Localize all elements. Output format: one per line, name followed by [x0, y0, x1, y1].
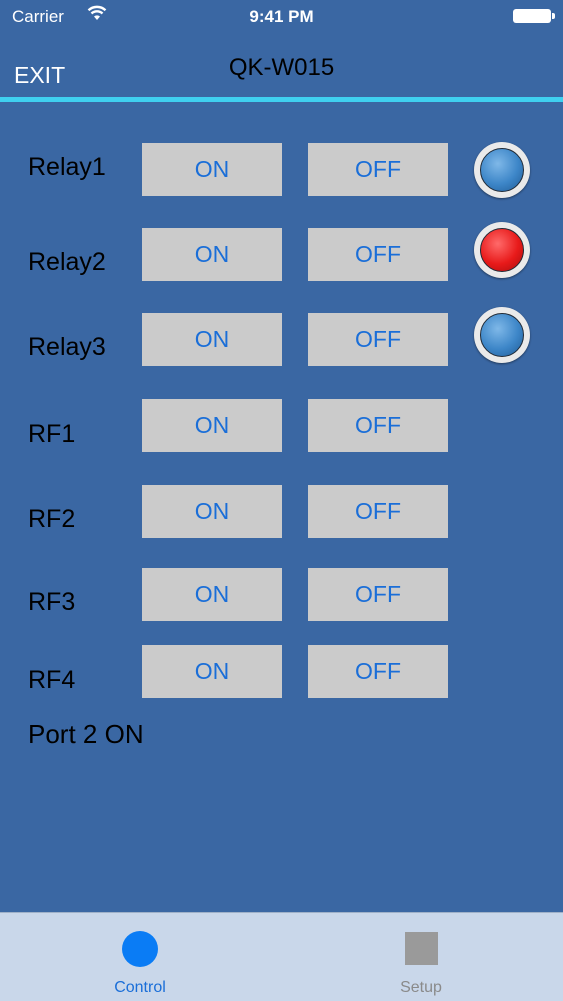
- row-label-rf4: RF4: [28, 666, 76, 694]
- indicator-light: [480, 228, 524, 272]
- row-label-relay3: Relay3: [28, 333, 106, 361]
- relay2-indicator-icon: [474, 222, 530, 278]
- tab-bar: Control Setup: [0, 912, 563, 1001]
- square-icon: [405, 932, 438, 965]
- relay1-on-button[interactable]: ON: [142, 143, 282, 196]
- rf2-off-button[interactable]: OFF: [308, 485, 448, 538]
- indicator-light: [480, 313, 524, 357]
- indicator-light: [480, 148, 524, 192]
- clock: 9:41 PM: [249, 7, 314, 26]
- relay3-on-button[interactable]: ON: [142, 313, 282, 366]
- rf1-on-button[interactable]: ON: [142, 399, 282, 452]
- battery-icon: [513, 9, 555, 23]
- row-label-rf3: RF3: [28, 588, 76, 616]
- relay1-off-button[interactable]: OFF: [308, 143, 448, 196]
- page-title: QK-W015: [228, 54, 335, 81]
- row-label-relay1: Relay1: [28, 153, 106, 181]
- row-label-rf2: RF2: [28, 505, 76, 533]
- relay3-off-button[interactable]: OFF: [308, 313, 448, 366]
- relay2-on-button[interactable]: ON: [142, 228, 282, 281]
- rf3-on-button[interactable]: ON: [142, 568, 282, 621]
- tab-control[interactable]: Control: [50, 913, 230, 1001]
- circle-icon: [122, 931, 158, 967]
- row-label-rf1: RF1: [28, 420, 76, 448]
- rf2-on-button[interactable]: ON: [142, 485, 282, 538]
- relay2-off-button[interactable]: OFF: [308, 228, 448, 281]
- tab-control-label: Control: [114, 979, 166, 996]
- status-message: Port 2 ON: [28, 719, 144, 749]
- rf4-on-button[interactable]: ON: [142, 645, 282, 698]
- row-label-relay2: Relay2: [28, 248, 106, 276]
- header-divider: [0, 97, 563, 102]
- rf3-off-button[interactable]: OFF: [308, 568, 448, 621]
- rf4-off-button[interactable]: OFF: [308, 645, 448, 698]
- rf1-off-button[interactable]: OFF: [308, 399, 448, 452]
- tab-setup-label: Setup: [400, 979, 442, 996]
- relay1-indicator-icon: [474, 142, 530, 198]
- relay3-indicator-icon: [474, 307, 530, 363]
- navigation-bar: EXIT QK-W015: [0, 34, 563, 98]
- tab-setup[interactable]: Setup: [331, 913, 511, 1001]
- status-bar: Carrier 9:41 PM: [0, 0, 563, 34]
